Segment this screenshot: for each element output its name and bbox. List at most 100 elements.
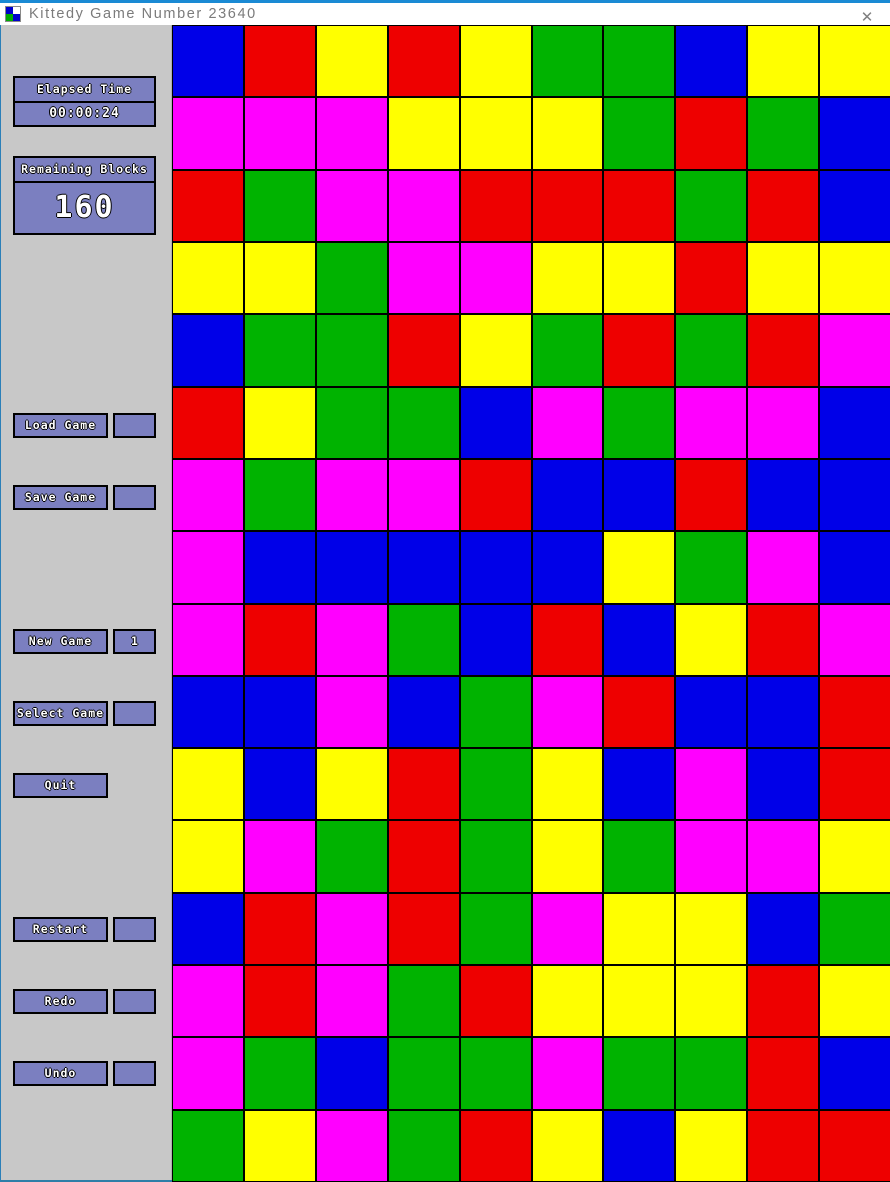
- board-cell-green[interactable]: [603, 386, 676, 459]
- board-cell-red[interactable]: [387, 314, 460, 387]
- board-cell-red[interactable]: [819, 748, 890, 821]
- board-cell-green[interactable]: [531, 25, 604, 98]
- load-game-value-field[interactable]: [113, 413, 156, 438]
- board-cell-magenta[interactable]: [747, 820, 820, 893]
- board-cell-red[interactable]: [747, 603, 820, 676]
- board-cell-red[interactable]: [243, 25, 316, 98]
- board-cell-blue[interactable]: [172, 314, 244, 387]
- board-cell-green[interactable]: [387, 1037, 460, 1110]
- board-cell-magenta[interactable]: [172, 1037, 244, 1110]
- board-cell-blue[interactable]: [603, 1109, 676, 1182]
- board-cell-blue[interactable]: [603, 458, 676, 532]
- restart-button[interactable]: Restart: [13, 917, 108, 942]
- board-cell-yellow[interactable]: [315, 25, 388, 98]
- board-cell-yellow[interactable]: [531, 241, 604, 315]
- board-cell-magenta[interactable]: [315, 169, 388, 242]
- board-cell-green[interactable]: [675, 314, 748, 387]
- board-cell-red[interactable]: [387, 25, 460, 98]
- board-cell-yellow[interactable]: [675, 892, 748, 966]
- board-cell-green[interactable]: [243, 169, 316, 242]
- board-cell-magenta[interactable]: [819, 603, 890, 676]
- board-cell-green[interactable]: [387, 965, 460, 1038]
- board-cell-blue[interactable]: [172, 675, 244, 749]
- board-cell-yellow[interactable]: [459, 314, 532, 387]
- board-cell-green[interactable]: [387, 386, 460, 459]
- board-cell-blue[interactable]: [819, 1037, 890, 1110]
- board-cell-blue[interactable]: [603, 748, 676, 821]
- board-cell-magenta[interactable]: [819, 314, 890, 387]
- redo-button[interactable]: Redo: [13, 989, 108, 1014]
- board-cell-green[interactable]: [243, 1037, 316, 1110]
- board-cell-magenta[interactable]: [243, 820, 316, 893]
- board-cell-yellow[interactable]: [819, 820, 890, 893]
- board-cell-green[interactable]: [243, 314, 316, 387]
- board-cell-red[interactable]: [675, 458, 748, 532]
- board-cell-yellow[interactable]: [603, 531, 676, 604]
- board-cell-yellow[interactable]: [747, 241, 820, 315]
- board-cell-red[interactable]: [172, 169, 244, 242]
- board-cell-magenta[interactable]: [675, 748, 748, 821]
- board-cell-red[interactable]: [387, 892, 460, 966]
- board-cell-yellow[interactable]: [459, 97, 532, 170]
- board-cell-green[interactable]: [531, 314, 604, 387]
- board-cell-yellow[interactable]: [531, 820, 604, 893]
- board-cell-blue[interactable]: [459, 603, 532, 676]
- board-cell-yellow[interactable]: [819, 965, 890, 1038]
- board-cell-red[interactable]: [387, 748, 460, 821]
- board-cell-red[interactable]: [459, 169, 532, 242]
- board-cell-red[interactable]: [459, 1109, 532, 1182]
- board-cell-green[interactable]: [747, 97, 820, 170]
- board-cell-green[interactable]: [459, 675, 532, 749]
- board-cell-yellow[interactable]: [172, 820, 244, 893]
- board-cell-red[interactable]: [675, 97, 748, 170]
- board-cell-yellow[interactable]: [531, 1109, 604, 1182]
- board-cell-magenta[interactable]: [387, 169, 460, 242]
- board-cell-magenta[interactable]: [747, 531, 820, 604]
- board-cell-blue[interactable]: [675, 25, 748, 98]
- board-cell-red[interactable]: [243, 892, 316, 966]
- board-cell-yellow[interactable]: [675, 965, 748, 1038]
- board-cell-blue[interactable]: [747, 748, 820, 821]
- board-cell-red[interactable]: [747, 169, 820, 242]
- new-game-button[interactable]: New Game: [13, 629, 108, 654]
- board-cell-magenta[interactable]: [172, 97, 244, 170]
- board-cell-red[interactable]: [603, 314, 676, 387]
- board-cell-yellow[interactable]: [172, 748, 244, 821]
- board-cell-yellow[interactable]: [243, 386, 316, 459]
- board-cell-blue[interactable]: [819, 458, 890, 532]
- undo-button[interactable]: Undo: [13, 1061, 108, 1086]
- quit-button[interactable]: Quit: [13, 773, 108, 798]
- board-cell-magenta[interactable]: [315, 603, 388, 676]
- board-cell-red[interactable]: [459, 965, 532, 1038]
- board-cell-magenta[interactable]: [172, 965, 244, 1038]
- board-cell-yellow[interactable]: [243, 1109, 316, 1182]
- board-cell-magenta[interactable]: [315, 675, 388, 749]
- board-cell-red[interactable]: [172, 386, 244, 459]
- board-cell-red[interactable]: [387, 820, 460, 893]
- board-cell-green[interactable]: [315, 386, 388, 459]
- board-cell-blue[interactable]: [603, 603, 676, 676]
- board-cell-red[interactable]: [819, 1109, 890, 1182]
- board-cell-green[interactable]: [243, 458, 316, 532]
- board-cell-yellow[interactable]: [747, 25, 820, 98]
- board-cell-yellow[interactable]: [387, 97, 460, 170]
- board-cell-blue[interactable]: [315, 531, 388, 604]
- board-cell-blue[interactable]: [747, 892, 820, 966]
- save-game-button[interactable]: Save Game: [13, 485, 108, 510]
- board-cell-magenta[interactable]: [172, 603, 244, 676]
- board-cell-yellow[interactable]: [459, 25, 532, 98]
- board-cell-green[interactable]: [603, 820, 676, 893]
- board-cell-blue[interactable]: [172, 892, 244, 966]
- board-cell-magenta[interactable]: [315, 97, 388, 170]
- board-cell-red[interactable]: [747, 965, 820, 1038]
- board-cell-yellow[interactable]: [819, 25, 890, 98]
- board-cell-yellow[interactable]: [315, 748, 388, 821]
- board-cell-blue[interactable]: [387, 675, 460, 749]
- board-cell-blue[interactable]: [819, 386, 890, 459]
- board-cell-green[interactable]: [459, 820, 532, 893]
- board-cell-red[interactable]: [459, 458, 532, 532]
- board-cell-blue[interactable]: [459, 531, 532, 604]
- board-cell-magenta[interactable]: [531, 386, 604, 459]
- board-cell-red[interactable]: [747, 1109, 820, 1182]
- board-cell-green[interactable]: [819, 892, 890, 966]
